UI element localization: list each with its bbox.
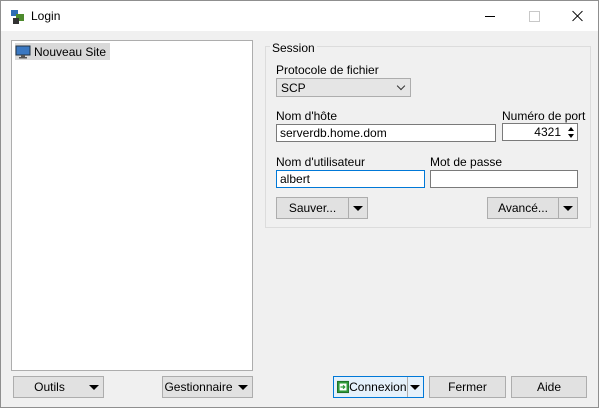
connect-button-label: Connexion xyxy=(349,380,407,394)
tools-button-label: Outils xyxy=(34,380,65,394)
tools-button[interactable]: Outils xyxy=(13,376,104,398)
close-dialog-button[interactable]: Fermer xyxy=(429,376,506,398)
port-input[interactable]: 4321 xyxy=(502,123,578,141)
chevron-down-icon xyxy=(238,384,248,390)
chevron-down-icon xyxy=(353,205,363,211)
spin-up-icon[interactable] xyxy=(565,125,576,132)
chevron-down-icon xyxy=(410,384,421,390)
maximize-icon xyxy=(528,10,540,22)
session-legend: Session xyxy=(270,41,317,55)
username-input[interactable]: albert xyxy=(276,170,425,188)
close-icon xyxy=(572,10,584,22)
monitor-icon xyxy=(15,45,31,58)
manager-button-label: Gestionnaire xyxy=(164,380,233,394)
chevron-down-icon xyxy=(563,205,573,211)
app-icon xyxy=(11,10,24,24)
save-button[interactable]: Sauver... xyxy=(276,197,368,219)
save-button-label: Sauver... xyxy=(288,201,337,215)
minimize-button[interactable] xyxy=(467,1,513,31)
host-label: Nom d'hôte xyxy=(276,109,337,123)
password-input[interactable] xyxy=(430,170,578,188)
login-icon xyxy=(337,380,350,394)
tree-item-label: Nouveau Site xyxy=(34,44,107,59)
window-title: Login xyxy=(31,9,61,23)
protocol-value: SCP xyxy=(281,80,306,95)
connect-button[interactable]: Connexion xyxy=(333,376,424,398)
host-input[interactable]: serverdb.home.dom xyxy=(276,124,496,142)
spin-down-icon[interactable] xyxy=(565,132,576,139)
help-button-label: Aide xyxy=(536,380,562,394)
tree-item-nouveau-site[interactable]: Nouveau Site xyxy=(15,43,111,60)
maximize-button[interactable] xyxy=(511,1,557,31)
title-bar[interactable]: Login xyxy=(1,1,598,31)
username-label: Nom d'utilisateur xyxy=(276,155,365,169)
minimize-icon xyxy=(485,15,495,17)
close-button[interactable] xyxy=(555,1,600,31)
protocol-label: Protocole de fichier xyxy=(276,63,379,77)
advanced-button[interactable]: Avancé... xyxy=(487,197,578,219)
port-label: Numéro de port xyxy=(502,109,586,123)
port-spinner[interactable] xyxy=(565,125,576,139)
close-button-label: Fermer xyxy=(448,380,487,394)
advanced-button-label: Avancé... xyxy=(498,201,548,215)
save-dropdown[interactable] xyxy=(349,198,367,218)
port-value: 4321 xyxy=(534,125,561,139)
chevron-down-icon xyxy=(396,81,406,91)
site-tree[interactable]: Nouveau Site xyxy=(11,40,253,371)
login-window: Login Nouveau Site Session Protocole de … xyxy=(0,0,599,408)
advanced-dropdown[interactable] xyxy=(559,198,577,218)
help-button[interactable]: Aide xyxy=(511,376,587,398)
manager-button[interactable]: Gestionnaire xyxy=(162,376,253,398)
protocol-select[interactable]: SCP xyxy=(276,78,411,97)
connect-dropdown[interactable] xyxy=(407,377,423,397)
password-label: Mot de passe xyxy=(430,155,503,169)
chevron-down-icon xyxy=(89,384,99,390)
